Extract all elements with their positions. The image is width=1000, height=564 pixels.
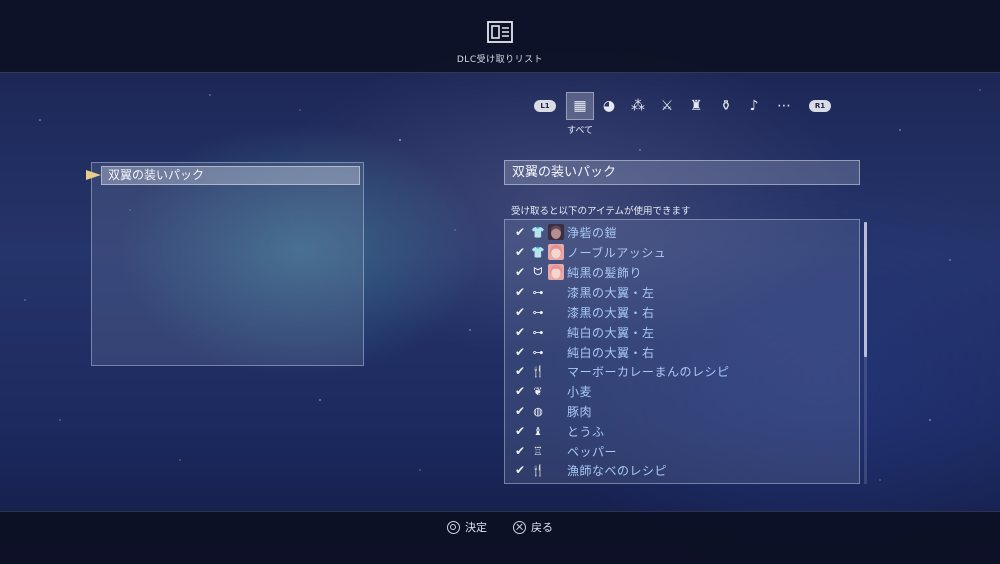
list-item[interactable]: ✔ ⊶ 漆黒の大翼・右 (515, 302, 855, 322)
accessory-icon: ⚱ (720, 98, 732, 114)
material-icon: ⁂ (631, 98, 645, 114)
r1-shoulder-button-icon[interactable]: R1 (809, 100, 831, 112)
check-icon: ✔ (515, 265, 526, 279)
character-portrait-icon (547, 223, 565, 241)
item-name: 純白の大翼・右 (567, 345, 655, 360)
selection-cursor-icon (86, 170, 101, 180)
pack-list-panel (91, 162, 364, 366)
hat-icon: ♜ (689, 98, 703, 114)
item-name: 浄砦の鎧 (567, 225, 618, 240)
scrollbar-thumb[interactable] (864, 222, 867, 357)
tab-all[interactable]: ▦ (566, 92, 594, 120)
list-item[interactable]: ✔ ⊶ 漆黒の大翼・左 (515, 282, 855, 302)
check-icon: ✔ (515, 305, 526, 319)
grid-all-icon: ▦ (573, 98, 587, 114)
tab-weapon[interactable]: ⚔ (653, 92, 681, 120)
tab-music[interactable]: ♪ (740, 92, 768, 120)
back-label: 戻る (531, 521, 553, 534)
check-icon: ✔ (515, 404, 526, 418)
check-icon: ✔ (515, 463, 526, 477)
item-name: 漆黒の大翼・右 (567, 305, 655, 320)
check-icon: ✔ (515, 285, 526, 299)
glasses-icon: ⊶ (532, 345, 544, 359)
item-name: ペッパー (567, 444, 618, 459)
item-name: 純黒の髪飾り (567, 265, 643, 280)
wheat-icon: ❦ (533, 384, 543, 398)
item-name: 純白の大翼・左 (567, 325, 655, 340)
check-icon: ✔ (515, 325, 526, 339)
glasses-icon: ⊶ (532, 305, 544, 319)
music-icon: ♪ (749, 98, 759, 114)
tab-hat[interactable]: ♜ (682, 92, 710, 120)
item-name: 小麦 (567, 384, 593, 399)
check-icon: ✔ (515, 245, 526, 259)
tab-food[interactable]: ◕ (595, 92, 623, 120)
circle-button-icon (447, 520, 460, 534)
list-item[interactable]: ✔ ❦ 小麦 (515, 381, 855, 401)
cross-button-icon (513, 520, 526, 534)
list-item[interactable]: ✔ ♝ とうふ (515, 421, 855, 441)
header-bar: DLC受け取りリスト (0, 0, 1000, 73)
glasses-icon: ⊶ (532, 325, 544, 339)
weapon-icon: ⚔ (660, 98, 674, 114)
check-icon: ✔ (515, 225, 526, 239)
hair-accessory-icon: ᗢ (533, 265, 543, 278)
check-icon: ✔ (515, 384, 526, 398)
confirm-label: 決定 (465, 521, 487, 534)
back-hint[interactable]: 戻る (513, 519, 553, 535)
tofu-icon: ♝ (533, 424, 543, 438)
footer-bar (0, 511, 1000, 564)
list-item[interactable]: ✔ 👕 浄砦の鎧 (515, 222, 855, 242)
page-title: DLC受け取りリスト (456, 55, 544, 65)
check-icon: ✔ (515, 345, 526, 359)
glasses-icon: ⊶ (532, 285, 544, 299)
recipe-icon: 🍴 (531, 463, 545, 477)
item-name: マーボーカレーまんのレシピ (567, 364, 730, 379)
more-icon: ⋯ (777, 98, 791, 114)
tab-material[interactable]: ⁂ (624, 92, 652, 120)
item-name: 漁師なべのレシピ (567, 463, 668, 478)
list-item[interactable]: ✔ ⊶ 純白の大翼・右 (515, 342, 855, 362)
list-item[interactable]: ✔ 👕 ノーブルアッシュ (515, 242, 855, 262)
check-icon: ✔ (515, 444, 526, 458)
detail-title: 双翼の装いパック (504, 160, 860, 185)
costume-icon: 👕 (531, 225, 545, 239)
food-icon: ◕ (602, 98, 616, 114)
list-item[interactable]: ✔ ♖ ペッパー (515, 441, 855, 461)
check-icon: ✔ (515, 424, 526, 438)
list-item[interactable]: ✔ ⊶ 純白の大翼・左 (515, 322, 855, 342)
character-portrait-icon (547, 243, 565, 261)
character-portrait-icon (547, 263, 565, 281)
pack-item-souyoku[interactable]: 双翼の装いパック (101, 166, 360, 185)
meat-icon: ◍ (533, 404, 543, 418)
check-icon: ✔ (515, 364, 526, 378)
costume-icon: 👕 (531, 245, 545, 259)
detail-caption: 受け取ると以下のアイテムが使用できます (511, 206, 691, 217)
tab-accessory[interactable]: ⚱ (712, 92, 740, 120)
recipe-icon: 🍴 (531, 364, 545, 378)
dlc-list-icon (487, 21, 513, 43)
active-tab-label: すべて (566, 126, 593, 136)
item-name: 漆黒の大翼・左 (567, 285, 655, 300)
confirm-hint[interactable]: 決定 (447, 519, 487, 535)
list-item[interactable]: ✔ 🍴 漁師なべのレシピ (515, 460, 855, 480)
item-name: とうふ (567, 424, 605, 439)
tab-more[interactable]: ⋯ (770, 92, 798, 120)
item-name: ノーブルアッシュ (567, 245, 667, 260)
list-item[interactable]: ✔ ◍ 豚肉 (515, 401, 855, 421)
item-name: 豚肉 (567, 404, 593, 419)
list-item[interactable]: ✔ 🍴 マーボーカレーまんのレシピ (515, 361, 855, 381)
list-item[interactable]: ✔ ᗢ 純黒の髪飾り (515, 262, 855, 282)
pepper-icon: ♖ (533, 444, 543, 458)
l1-shoulder-button-icon[interactable]: L1 (534, 100, 556, 112)
